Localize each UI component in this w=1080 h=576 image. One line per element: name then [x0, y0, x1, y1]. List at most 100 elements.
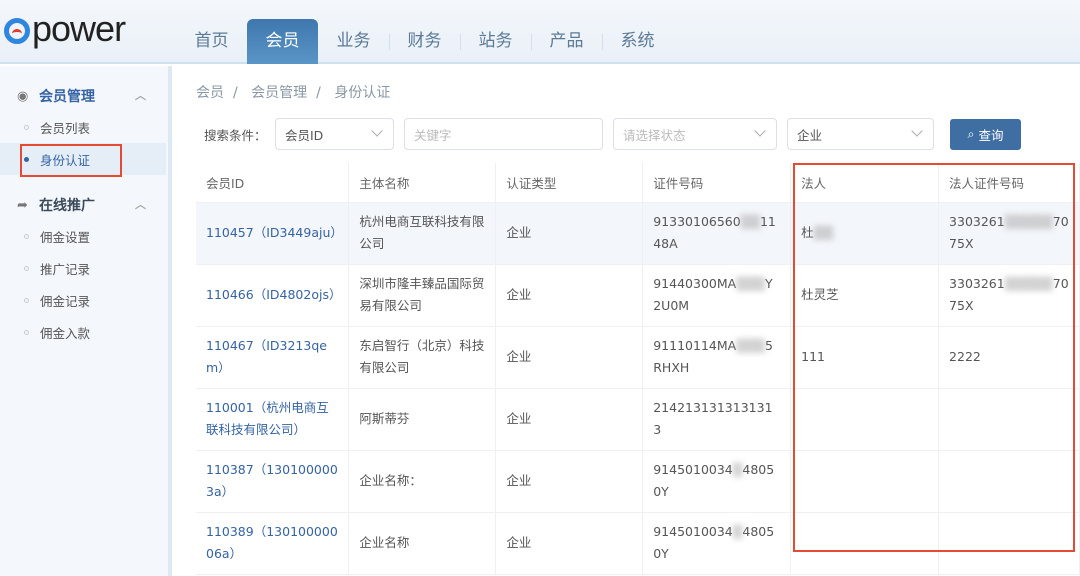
table-cell: 91110114MA▒▒▒5RHXH	[642, 326, 792, 389]
member-id-link[interactable]: 110387（1301000003a）	[196, 450, 350, 513]
redacted-text: ▒	[732, 524, 743, 539]
cell-text: 91110114MA	[653, 338, 737, 353]
cell-text: 110466（ID4802ojs）	[206, 287, 342, 302]
column-header: 认证类型	[495, 163, 644, 203]
logo[interactable]: power	[4, 8, 126, 50]
main-nav: 首页 会员 业务 财务 站务 产品 系统	[176, 19, 673, 64]
bullet-icon	[24, 233, 29, 239]
member-id-link[interactable]: 110389（13010000006a）	[196, 512, 350, 575]
search-button[interactable]: ⌕ 查询	[950, 118, 1021, 150]
table-cell: 企业	[495, 264, 644, 327]
sidebar-item[interactable]: 佣金记录	[0, 284, 168, 316]
search-label: 搜索条件：	[204, 127, 267, 143]
table-cell: 9145010034▒48050Y	[642, 512, 792, 575]
sidebar: ◉ 会员管理 ︿ 会员列表 身份认证 ➦ 在线推广 ︿ 佣金设置 推广记录 佣金记录 佣金入款	[0, 66, 172, 576]
redacted-text: ▒	[732, 462, 743, 477]
type-select[interactable]: 企业	[787, 118, 934, 150]
sidebar-group-label: 会员管理	[39, 89, 95, 105]
cell-text: 阿斯蒂芬	[359, 411, 410, 426]
cell-text: 110389（13010000006a）	[206, 524, 338, 561]
sidebar-item[interactable]: 会员列表	[0, 111, 168, 143]
redacted-text: ▒▒▒	[736, 276, 766, 291]
bullet-icon	[24, 297, 29, 303]
breadcrumb-item[interactable]: 会员管理	[251, 85, 307, 101]
highlight-box-sidebar	[20, 144, 122, 177]
sidebar-group[interactable]: ➦ 在线推广 ︿	[0, 190, 168, 220]
tab-0[interactable]: 首页	[176, 19, 247, 64]
cell-text: 110457（ID3449aju）	[206, 225, 343, 240]
cell-text: 110001（杭州电商互联科技有限公司）	[206, 400, 329, 437]
chevron-up-icon: ︿	[135, 198, 146, 211]
sidebar-group-label: 在线推广	[39, 198, 95, 214]
user-circle-icon: ◉	[17, 88, 29, 104]
column-header: 会员ID	[196, 163, 350, 203]
cell-text: 企业	[506, 287, 532, 302]
cell-text: 企业	[506, 411, 532, 426]
table-cell: 东启智行（北京）科技有限公司	[348, 326, 497, 389]
bullet-icon	[24, 124, 29, 130]
table-cell: 企业名称	[348, 512, 497, 575]
table-cell: 9145010034▒48050Y	[642, 450, 792, 513]
tab-4[interactable]: 站务	[460, 19, 531, 64]
table-cell: 企业	[495, 202, 644, 265]
chevron-down-icon	[371, 125, 383, 137]
cell-text: 91440300MA	[653, 276, 737, 291]
cell-text: 深圳市隆丰臻品国际贸易有限公司	[359, 276, 485, 313]
search-icon: ⌕	[967, 126, 975, 141]
column-header: 证件号码	[642, 163, 792, 203]
cell-text: 企业	[506, 535, 532, 550]
table-cell: 企业	[495, 512, 644, 575]
bullet-icon	[24, 329, 29, 335]
redacted-text: ▒▒▒	[736, 338, 766, 353]
field-select[interactable]: 会员ID	[275, 118, 394, 150]
member-id-link[interactable]: 110466（ID4802ojs）	[196, 264, 350, 327]
cell-text: 东启智行（北京）科技有限公司	[359, 338, 485, 375]
cell-text: 企业	[506, 349, 532, 364]
logo-e-icon	[4, 18, 30, 44]
sidebar-item-label: 佣金入款	[40, 325, 91, 341]
table-cell: 2142131313131313	[642, 388, 792, 451]
table-cell: 阿斯蒂芬	[348, 388, 497, 451]
table-cell: 深圳市隆丰臻品国际贸易有限公司	[348, 264, 497, 327]
breadcrumb: 会员 / 会员管理 / 身份认证	[196, 85, 391, 101]
search-filters: 搜索条件： 会员ID 关键字 请选择状态 企业 ⌕ 查询	[204, 118, 1021, 150]
sidebar-item-label: 佣金设置	[40, 229, 91, 245]
cell-text: 企业	[506, 473, 532, 488]
breadcrumb-item[interactable]: 会员	[196, 85, 224, 101]
tab-5[interactable]: 产品	[531, 19, 602, 64]
tab-2[interactable]: 业务	[318, 19, 389, 64]
sidebar-item[interactable]: 佣金设置	[0, 220, 168, 252]
sidebar-item-label: 推广记录	[40, 261, 91, 277]
status-select[interactable]: 请选择状态	[613, 118, 777, 150]
member-id-link[interactable]: 110457（ID3449aju）	[196, 202, 350, 265]
table-cell: 企业	[495, 450, 644, 513]
table-cell: 企业名称：	[348, 450, 497, 513]
cell-text: 110387（1301000003a）	[206, 462, 338, 499]
member-id-link[interactable]: 110467（ID3213qem）	[196, 326, 350, 389]
chevron-down-icon	[911, 125, 923, 137]
sidebar-item[interactable]: 推广记录	[0, 252, 168, 284]
sidebar-item[interactable]: 佣金入款	[0, 316, 168, 348]
sidebar-item-label: 会员列表	[40, 120, 91, 136]
cell-text: 9145010034	[653, 524, 733, 539]
tab-1[interactable]: 会员	[247, 19, 318, 64]
share-arrow-icon: ➦	[17, 197, 28, 213]
cell-text: 91330106560	[653, 214, 741, 229]
tab-3[interactable]: 财务	[389, 19, 460, 64]
sidebar-group[interactable]: ◉ 会员管理 ︿	[0, 81, 168, 111]
table-cell: 杭州电商互联科技有限公司	[348, 202, 497, 265]
table-cell: 企业	[495, 388, 644, 451]
highlight-box-legal-columns	[793, 163, 1075, 552]
cell-text: 企业名称：	[359, 473, 422, 488]
sidebar-item-label: 佣金记录	[40, 293, 91, 309]
table-cell: 91330106560▒▒1148A	[642, 202, 792, 265]
tab-6[interactable]: 系统	[602, 19, 673, 64]
chevron-up-icon: ︿	[135, 89, 146, 102]
column-header: 主体名称	[348, 163, 497, 203]
keyword-input[interactable]: 关键字	[404, 118, 603, 150]
table-cell: 企业	[495, 326, 644, 389]
cell-text: 企业	[506, 225, 532, 240]
cell-text: 9145010034	[653, 462, 733, 477]
member-id-link[interactable]: 110001（杭州电商互联科技有限公司）	[196, 388, 350, 451]
chevron-down-icon	[754, 125, 766, 137]
